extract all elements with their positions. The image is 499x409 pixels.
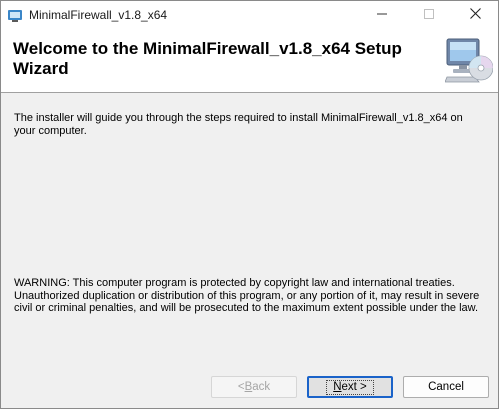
wizard-header: Welcome to the MinimalFirewall_v1.8_x64 …	[1, 29, 498, 93]
minimize-icon	[377, 6, 387, 24]
copyright-warning: WARNING: This computer program is protec…	[14, 277, 480, 314]
maximize-icon	[424, 6, 434, 24]
back-button-prefix: <	[237, 381, 245, 393]
cancel-button-label: Cancel	[428, 381, 464, 393]
minimize-button[interactable]	[359, 1, 405, 29]
setup-wizard-window: MinimalFirewall_v1.8_x64 Welcome to the …	[0, 0, 499, 409]
next-button-focus: Next >	[326, 379, 374, 395]
title-bar[interactable]: MinimalFirewall_v1.8_x64	[1, 1, 498, 29]
next-button[interactable]: Next >	[307, 376, 393, 398]
back-button-mnemonic: B	[244, 381, 253, 393]
back-button-label: ack	[252, 381, 271, 393]
close-button[interactable]	[452, 1, 498, 29]
intro-text: The installer will guide you through the…	[14, 112, 463, 137]
next-button-label: ext >	[341, 380, 367, 393]
cancel-button[interactable]: Cancel	[403, 376, 489, 398]
window-title: MinimalFirewall_v1.8_x64	[29, 8, 168, 22]
computer-cd-icon	[444, 37, 494, 83]
page-title: Welcome to the MinimalFirewall_v1.8_x64 …	[13, 39, 402, 78]
next-button-mnemonic: N	[333, 380, 342, 393]
close-icon	[469, 6, 481, 24]
back-button[interactable]: < B ack	[211, 376, 297, 398]
installer-icon	[7, 7, 23, 23]
maximize-button[interactable]	[406, 1, 452, 29]
